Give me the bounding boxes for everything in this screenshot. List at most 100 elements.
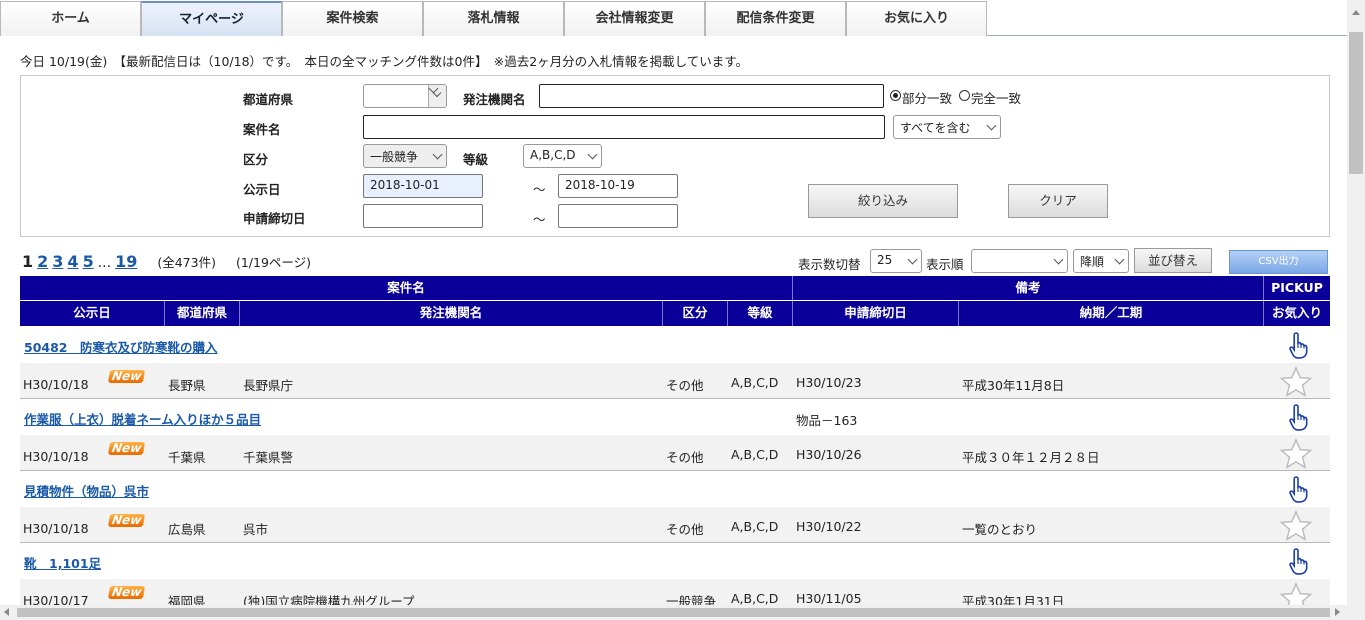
page-link[interactable]: 3 <box>52 252 63 271</box>
col-prefecture: 都道府県 <box>165 301 240 326</box>
pickup-hand-icon[interactable] <box>1287 403 1309 431</box>
case-title-link[interactable]: 50482 防寒衣及び防寒靴の購入 <box>24 337 218 356</box>
order-select[interactable] <box>971 249 1068 273</box>
vertical-scrollbar[interactable] <box>1347 0 1365 605</box>
case-input[interactable] <box>363 115 885 139</box>
deadline-tilde: ～ <box>533 212 546 227</box>
case-mode-select[interactable]: すべてを含む <box>893 115 1001 139</box>
horizontal-scrollbar[interactable] <box>0 605 1365 620</box>
sort-button[interactable]: 並び替え <box>1134 248 1212 273</box>
case-label: 案件名 <box>243 122 281 137</box>
case-title-link[interactable]: 靴 1,101足 <box>24 553 101 572</box>
scroll-left-icon[interactable] <box>4 608 9 616</box>
favorite-star-icon[interactable] <box>1279 366 1313 398</box>
deadline: H30/11/05 <box>796 591 862 606</box>
kubun-value: 一般競争 <box>370 150 419 164</box>
deadline-from-input[interactable] <box>363 204 483 228</box>
per-page-select[interactable]: 25 <box>870 249 922 273</box>
direction-select[interactable]: 降順 <box>1073 249 1129 273</box>
grade-label: 等級 <box>463 152 489 167</box>
table-header-group: 案件名 備考 PICKUP <box>20 276 1330 300</box>
page-link[interactable]: 4 <box>67 252 78 271</box>
table-row-title: 50482 防寒衣及び防寒靴の購入 <box>20 327 1330 363</box>
page-link-last[interactable]: 19 <box>115 252 137 271</box>
delivery: 平成３０年１２月２８日 <box>962 450 1100 465</box>
pref-label: 都道府県 <box>243 92 294 107</box>
favorite-star-icon[interactable] <box>1279 438 1313 470</box>
tab-delivery-settings[interactable]: 配信条件変更 <box>705 1 846 36</box>
match-exact-radio[interactable] <box>959 90 970 101</box>
pub-to-input[interactable]: 2018-10-19 <box>558 174 678 198</box>
page-link[interactable]: 2 <box>37 252 48 271</box>
csv-export-button[interactable]: CSV出力 <box>1229 250 1328 274</box>
case-mode-value: すべてを含む <box>900 121 971 135</box>
chevron-down-icon <box>588 151 597 160</box>
match-exact-label: 完全一致 <box>971 91 1022 106</box>
case-title-link[interactable]: 見積物件（物品）呉市 <box>24 481 149 500</box>
tab-case-search[interactable]: 案件検索 <box>282 1 423 36</box>
col-grade: 等級 <box>728 301 793 326</box>
pickup-hand-icon[interactable] <box>1287 475 1309 503</box>
header-pickup: PICKUP <box>1271 280 1323 295</box>
vertical-scroll-thumb[interactable] <box>1349 32 1363 174</box>
table-row: H30/10/18 New 千葉県 千葉県警 その他 A,B,C,D H30/10/26 平成… <box>20 435 1330 471</box>
header-case-name: 案件名 <box>20 276 793 300</box>
deadline-to-input[interactable] <box>558 204 678 228</box>
case-title-link[interactable]: 作業服（上衣）脱着ネーム入りほか５品目 <box>24 409 261 428</box>
col-favorite: お気入り <box>1271 305 1322 320</box>
prefecture: 広島県 <box>168 522 206 537</box>
match-partial-radio[interactable] <box>890 90 901 101</box>
tab-mypage[interactable]: マイページ <box>141 1 282 36</box>
grade: A,B,C,D <box>731 375 779 390</box>
tab-favorites[interactable]: お気に入り <box>846 1 987 36</box>
chevron-down-icon <box>1115 256 1124 265</box>
horizontal-scroll-thumb[interactable] <box>17 608 1330 617</box>
info-line: 今日 10/19(金) 【最新配信日は（10/18）です。 本日の全マッチング件… <box>20 54 749 69</box>
grade: A,B,C,D <box>731 519 779 534</box>
delivery: 平成30年11月8日 <box>962 378 1065 393</box>
new-badge: New <box>107 585 146 599</box>
pub-date: H30/10/18 <box>23 377 89 392</box>
deadline-label: 申請締切日 <box>243 211 306 226</box>
table-row-title: 見積物件（物品）呉市 <box>20 471 1330 507</box>
new-badge: New <box>107 513 146 527</box>
tab-company-info[interactable]: 会社情報変更 <box>564 1 705 36</box>
per-page-value: 25 <box>877 253 893 267</box>
grade: A,B,C,D <box>731 591 779 606</box>
chevron-down-icon <box>428 85 446 107</box>
chevron-down-icon <box>908 256 917 265</box>
delivery: 一覧のとおり <box>962 522 1038 537</box>
pub-from-input[interactable]: 2018-10-01 <box>363 174 483 198</box>
col-kubun: 区分 <box>663 301 728 326</box>
pub-date: H30/10/18 <box>23 449 89 464</box>
kubun: その他 <box>666 450 704 465</box>
table-row: H30/10/18 New 長野県 長野県庁 その他 A,B,C,D H30/10/23 平成… <box>20 363 1330 399</box>
favorite-star-icon[interactable] <box>1279 510 1313 542</box>
deadline: H30/10/26 <box>796 447 862 462</box>
kubun: その他 <box>666 378 704 393</box>
col-org: 発注機関名 <box>240 301 663 326</box>
new-badge: New <box>107 441 146 455</box>
page-link[interactable]: 5 <box>83 252 94 271</box>
scroll-up-icon[interactable] <box>1352 10 1360 15</box>
pickup-hand-icon[interactable] <box>1287 547 1309 575</box>
pub-label: 公示日 <box>243 182 281 197</box>
pref-select[interactable] <box>363 84 447 108</box>
pagination: 1 2 3 4 5 ... 19 (全473件) (1/19ページ) <box>22 252 311 272</box>
pickup-hand-icon[interactable] <box>1287 331 1309 359</box>
org-input[interactable] <box>539 84 884 108</box>
new-badge: New <box>107 369 146 383</box>
grade-select[interactable]: A,B,C,D <box>523 144 602 168</box>
kubun-select[interactable]: 一般競争 <box>363 144 447 168</box>
deadline: H30/10/22 <box>796 519 862 534</box>
filter-button[interactable]: 絞り込み <box>808 184 958 218</box>
tab-home[interactable]: ホーム <box>0 1 141 36</box>
remark: 物品－163 <box>796 413 858 428</box>
clear-button[interactable]: クリア <box>1008 184 1108 218</box>
col-delivery: 納期／工期 <box>959 301 1264 326</box>
per-page-label: 表示数切替 <box>798 257 861 272</box>
tab-award-info[interactable]: 落札情報 <box>423 1 564 36</box>
prefecture: 長野県 <box>168 378 206 393</box>
scroll-right-icon[interactable] <box>1335 608 1340 616</box>
chevron-down-icon <box>433 151 442 160</box>
